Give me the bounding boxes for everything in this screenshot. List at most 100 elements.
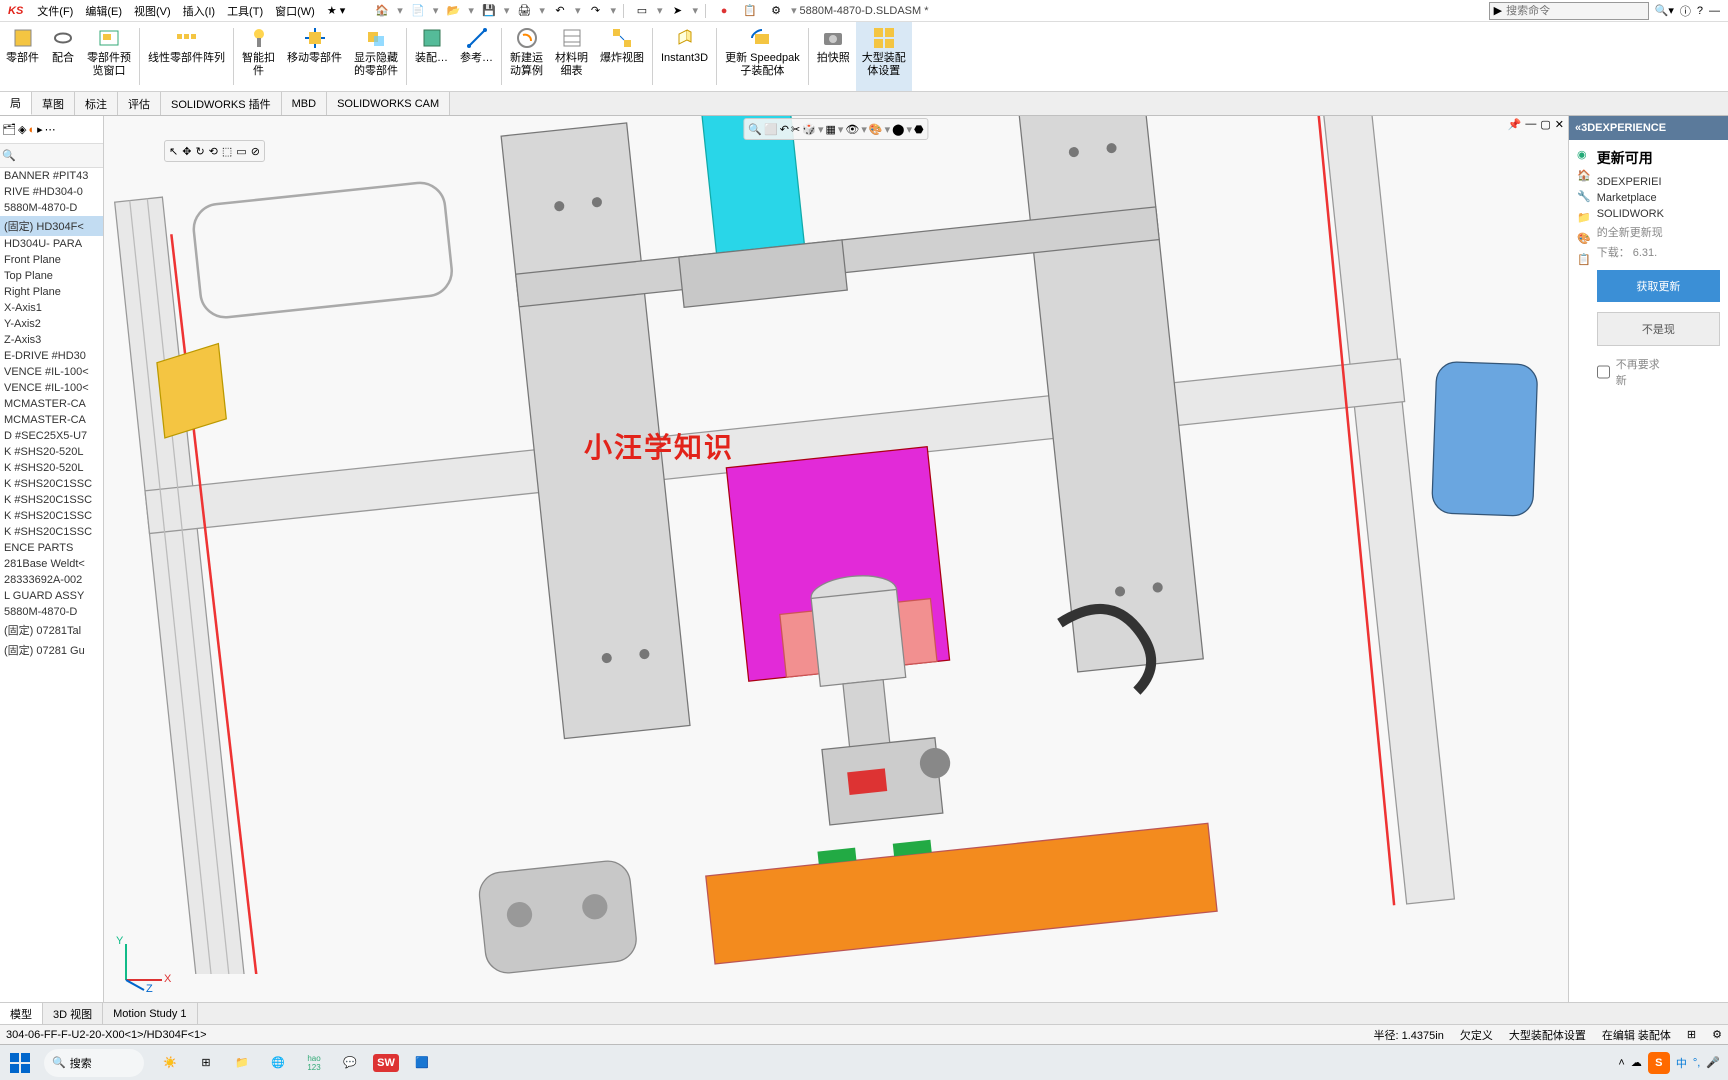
tab-mbd[interactable]: MBD bbox=[282, 92, 327, 115]
home-icon[interactable]: 🏠 bbox=[371, 2, 393, 20]
save-icon[interactable]: 💾 bbox=[478, 2, 500, 20]
feature-tree-item[interactable]: MCMASTER-CA bbox=[0, 412, 103, 428]
ctx-move-icon[interactable]: ✥ bbox=[182, 145, 191, 158]
feature-tree-item[interactable]: K #SHS20C1SSC bbox=[0, 492, 103, 508]
taskbar-wechat-icon[interactable]: 💬 bbox=[334, 1047, 366, 1079]
ribbon-assembly-features[interactable]: 装配… bbox=[409, 22, 454, 91]
print-icon[interactable]: 🖨 bbox=[513, 2, 535, 20]
config-icon[interactable]: ◈ bbox=[18, 123, 26, 136]
menu-file[interactable]: 文件(F) bbox=[31, 3, 79, 19]
ribbon-smart-fastener[interactable]: 智能扣 件 bbox=[236, 22, 281, 91]
feature-tree-item[interactable]: BANNER #PIT43 bbox=[0, 168, 103, 184]
dont-ask-input[interactable] bbox=[1597, 356, 1610, 388]
display-icon[interactable]: ◐ bbox=[28, 124, 35, 136]
status-units-icon[interactable]: ⊞ bbox=[1687, 1028, 1696, 1041]
feature-tree-item[interactable]: Top Plane bbox=[0, 268, 103, 284]
ime-lang[interactable]: 中 bbox=[1676, 1055, 1687, 1071]
tab-cam[interactable]: SOLIDWORKS CAM bbox=[327, 92, 450, 115]
feature-tree-item[interactable]: 5880M-4870-D bbox=[0, 604, 103, 620]
taskbar-weather-icon[interactable]: ☀️ bbox=[154, 1047, 186, 1079]
feature-tree-item[interactable]: 28333692A-002 bbox=[0, 572, 103, 588]
taskbar-edge-icon[interactable]: 🌐 bbox=[262, 1047, 294, 1079]
vp-max-icon[interactable]: ▢ bbox=[1540, 118, 1550, 131]
menu-tools[interactable]: 工具(T) bbox=[221, 3, 269, 19]
ribbon-move-component[interactable]: 移动零部件 bbox=[281, 22, 348, 91]
tp-library-icon[interactable]: 📁 bbox=[1577, 211, 1591, 224]
rebuild-icon[interactable]: ● bbox=[713, 2, 735, 20]
feature-tree-item[interactable]: Right Plane bbox=[0, 284, 103, 300]
tray-onedrive-icon[interactable]: ☁ bbox=[1631, 1056, 1642, 1069]
ribbon-snapshot[interactable]: 拍快照 bbox=[811, 22, 856, 91]
ctx-select-icon[interactable]: ↖ bbox=[169, 145, 178, 158]
more-icon[interactable]: ⋯ bbox=[45, 123, 56, 136]
feature-tree-item[interactable]: Front Plane bbox=[0, 252, 103, 268]
options-icon[interactable]: 📋 bbox=[739, 2, 761, 20]
graphics-viewport[interactable]: 🔍 ⬜ ↶ ✂ 🎲 ▾ ▦ ▾ 👁 ▾ 🎨 ▾ ⬤ ▾ ⬣ ↖ ✥ ↻ ⟲ ⬚ … bbox=[104, 116, 1568, 1002]
feature-tree-item[interactable]: VENCE #IL-100< bbox=[0, 364, 103, 380]
tp-appearance-icon[interactable]: 🎨 bbox=[1577, 232, 1591, 245]
minimize-icon[interactable]: — bbox=[1709, 5, 1720, 17]
ribbon-insert-component[interactable]: 零部件 bbox=[0, 22, 45, 91]
feature-tree-list[interactable]: BANNER #PIT43RIVE #HD304-05880M-4870-D(固… bbox=[0, 168, 103, 1002]
undo-icon[interactable]: ↶ bbox=[549, 2, 571, 20]
ime-punct-icon[interactable]: °, bbox=[1693, 1057, 1700, 1069]
ribbon-instant3d[interactable]: Instant3D bbox=[655, 22, 714, 91]
feature-tree-item[interactable]: (固定) 07281Tal bbox=[0, 620, 103, 640]
orientation-triad[interactable]: Y X Z bbox=[114, 932, 174, 992]
chevron-right-icon[interactable]: ▸ bbox=[37, 123, 43, 136]
pin-icon[interactable]: 📌 bbox=[1508, 118, 1522, 131]
tab-motion-study[interactable]: Motion Study 1 bbox=[103, 1003, 197, 1024]
taskbar-hao123-icon[interactable]: hao123 bbox=[298, 1047, 330, 1079]
user-icon[interactable]: ⓘ bbox=[1680, 3, 1691, 19]
status-gear-icon[interactable]: ⚙ bbox=[1712, 1028, 1722, 1041]
tab-annotate[interactable]: 标注 bbox=[75, 92, 118, 115]
feature-tree-item[interactable]: 281Base Weldt< bbox=[0, 556, 103, 572]
ribbon-linear-pattern[interactable]: 线性零部件阵列 bbox=[142, 22, 231, 91]
feature-tree-item[interactable]: K #SHS20C1SSC bbox=[0, 508, 103, 524]
feature-tree-item[interactable]: D #SEC25X5-U7 bbox=[0, 428, 103, 444]
ctx-box-icon[interactable]: ▭ bbox=[236, 145, 246, 158]
prev-view-icon[interactable]: ↶ bbox=[780, 123, 789, 136]
feature-tree-item[interactable]: RIVE #HD304-0 bbox=[0, 184, 103, 200]
tp-resources-icon[interactable]: 🔧 bbox=[1577, 190, 1591, 203]
taskpane-header[interactable]: «3DEXPERIENCE bbox=[1569, 116, 1728, 140]
menu-view[interactable]: 视图(V) bbox=[128, 3, 177, 19]
ctx-more-icon[interactable]: ⬚ bbox=[222, 145, 232, 158]
search-dropdown-icon[interactable]: 🔍▾ bbox=[1655, 4, 1674, 17]
taskbar-app-icon[interactable]: 🟦 bbox=[406, 1047, 438, 1079]
command-search[interactable]: ▶ bbox=[1489, 2, 1649, 20]
feature-tree-item[interactable]: HD304U- PARA bbox=[0, 236, 103, 252]
tab-layout[interactable]: 局 bbox=[0, 92, 32, 115]
help-icon[interactable]: ? bbox=[1697, 5, 1703, 17]
ctx-mate-icon[interactable]: ⟲ bbox=[209, 145, 218, 158]
arrow-icon[interactable]: ➤ bbox=[667, 2, 689, 20]
menu-more-icon[interactable]: ★ ▾ bbox=[321, 4, 351, 17]
display-style-icon[interactable]: ▦ bbox=[825, 123, 835, 136]
zoom-fit-icon[interactable]: 🔍 bbox=[748, 123, 762, 136]
feature-tree-item[interactable]: L GUARD ASSY bbox=[0, 588, 103, 604]
start-button[interactable] bbox=[0, 1045, 40, 1080]
scene-icon[interactable]: 🎨 bbox=[869, 123, 883, 136]
feature-tree-item[interactable]: X-Axis1 bbox=[0, 300, 103, 316]
ribbon-preview[interactable]: 零部件预 览窗口 bbox=[81, 22, 137, 91]
tp-3dx-icon[interactable]: ◉ bbox=[1577, 148, 1591, 161]
ribbon-speedpak[interactable]: 更新 Speedpak 子装配体 bbox=[719, 22, 806, 91]
feature-tree-item[interactable]: K #SHS20-520L bbox=[0, 460, 103, 476]
ribbon-mate[interactable]: 配合 bbox=[45, 22, 81, 91]
feature-tree-item[interactable]: K #SHS20C1SSC bbox=[0, 476, 103, 492]
tray-mic-icon[interactable]: 🎤 bbox=[1706, 1056, 1720, 1069]
taskbar-taskview-icon[interactable]: ⊞ bbox=[190, 1047, 222, 1079]
feature-tree-item[interactable]: (固定) 07281 Gu bbox=[0, 640, 103, 660]
menu-insert[interactable]: 插入(I) bbox=[177, 3, 221, 19]
feature-tree-item[interactable]: Z-Axis3 bbox=[0, 332, 103, 348]
tab-sketch[interactable]: 草图 bbox=[32, 92, 75, 115]
menu-edit[interactable]: 编辑(E) bbox=[79, 3, 128, 19]
feature-tree-item[interactable]: K #SHS20C1SSC bbox=[0, 524, 103, 540]
ribbon-reference[interactable]: 参考… bbox=[454, 22, 499, 91]
not-now-button[interactable]: 不是现 bbox=[1597, 312, 1720, 346]
vp-min-icon[interactable]: — bbox=[1525, 118, 1536, 131]
tp-home-icon[interactable]: 🏠 bbox=[1577, 169, 1591, 182]
redo-icon[interactable]: ↷ bbox=[584, 2, 606, 20]
tab-model[interactable]: 模型 bbox=[0, 1003, 43, 1024]
section-icon[interactable]: ✂ bbox=[791, 123, 800, 136]
